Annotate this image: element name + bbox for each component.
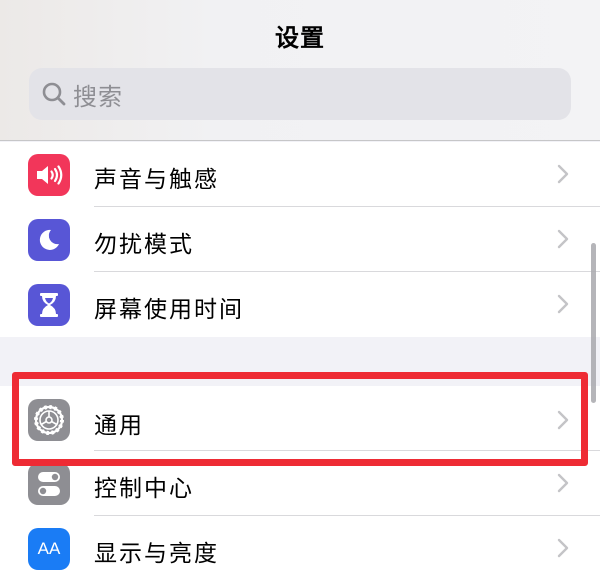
- row-label: 控制中心: [94, 476, 194, 502]
- speaker-icon: [28, 154, 70, 196]
- settings-row-screen-time[interactable]: 屏幕使用时间: [0, 272, 600, 337]
- settings-row-do-not-disturb[interactable]: 勿扰模式: [0, 207, 600, 272]
- toggles-icon: [28, 463, 70, 505]
- search-bar[interactable]: 搜索: [29, 68, 571, 120]
- header: 设置 搜索: [0, 0, 600, 141]
- row-label: 显示与亮度: [94, 541, 219, 567]
- scrollbar[interactable]: [591, 243, 596, 403]
- icon-text: AA: [37, 539, 61, 558]
- text-size-icon: AA: [28, 528, 70, 570]
- settings-row-display-brightness[interactable]: AA 显示与亮度: [0, 516, 600, 581]
- row-label: 声音与触感: [94, 167, 219, 193]
- chevron-right-icon: [557, 229, 569, 253]
- search-icon: [41, 81, 67, 107]
- chevron-right-icon: [557, 294, 569, 318]
- chevron-right-icon: [557, 473, 569, 497]
- settings-row-sounds[interactable]: 声音与触感: [0, 142, 600, 207]
- search-input[interactable]: 搜索: [73, 77, 123, 112]
- settings-group-1: 声音与触感 勿扰模式 屏幕使用时间: [0, 142, 600, 337]
- row-label: 屏幕使用时间: [94, 297, 244, 323]
- row-label: 勿扰模式: [94, 232, 194, 258]
- highlight-box: [12, 372, 588, 466]
- moon-icon: [28, 219, 70, 261]
- page-title: 设置: [275, 24, 325, 52]
- hourglass-icon: [28, 284, 70, 326]
- chevron-right-icon: [557, 538, 569, 562]
- chevron-right-icon: [557, 164, 569, 188]
